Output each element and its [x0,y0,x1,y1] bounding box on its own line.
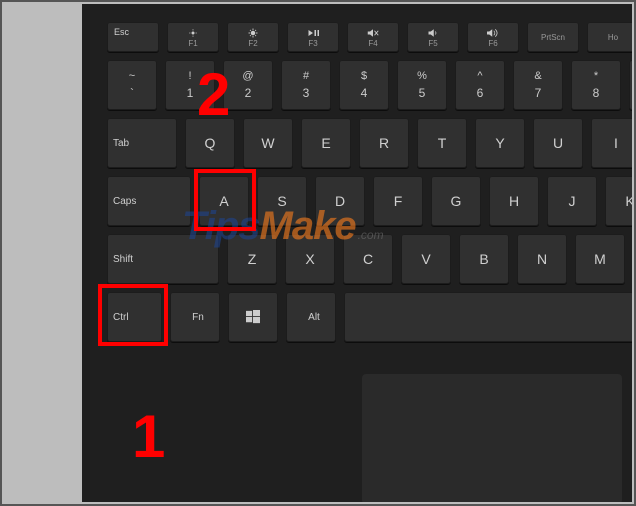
key-e[interactable]: E [301,118,351,168]
key-8[interactable]: *8 [571,60,621,110]
key-label: J [569,193,576,209]
key-y[interactable]: Y [475,118,525,168]
key-f[interactable]: F [373,176,423,226]
key-label: N [537,251,547,267]
key-k[interactable]: K [605,176,632,226]
key-j[interactable]: J [547,176,597,226]
key-label: F3 [308,39,317,48]
brightness-down-icon [184,27,202,39]
key-caps[interactable]: Caps [107,176,191,226]
key-label: G [451,193,462,209]
key-label: F6 [488,39,497,48]
key-label: D [335,193,345,209]
key-a[interactable]: A [199,176,249,226]
key-label: F2 [248,39,257,48]
key-label: T [438,135,447,151]
key-label: Ho [608,33,618,42]
key-f8[interactable]: Ho [587,22,632,52]
key-label: U [553,135,563,151]
key-alt[interactable]: Alt [286,292,336,342]
key-f3[interactable]: F3 [287,22,339,52]
key-label: Z [248,251,257,267]
key-label: F4 [368,39,377,48]
key-label: A [219,193,228,209]
touchpad[interactable] [362,374,622,502]
windows-icon [246,310,260,324]
key-label: Caps [113,196,136,207]
key-label: PrtScn [541,33,565,42]
key-label: I [614,135,618,151]
key-label: F1 [188,39,197,48]
key-win[interactable] [228,292,278,342]
key-label: Fn [192,312,204,323]
key-4[interactable]: $4 [339,60,389,110]
key-label: S [277,193,286,209]
key-d[interactable]: D [315,176,365,226]
key-m[interactable]: M [575,234,625,284]
key-2[interactable]: @2 [223,60,273,110]
key-label: R [379,135,389,151]
keyboard-area: Esc F1 F2 F3 F4 F5 F6 PrtScn Ho [82,4,632,502]
key-label: M [594,251,606,267]
key-1[interactable]: !1 [165,60,215,110]
key-z[interactable]: Z [227,234,277,284]
key-5[interactable]: %5 [397,60,447,110]
key-label: X [305,251,314,267]
key-q[interactable]: Q [185,118,235,168]
key-space[interactable] [344,292,632,342]
key-u[interactable]: U [533,118,583,168]
key-t[interactable]: T [417,118,467,168]
key-shift[interactable]: Shift [107,234,219,284]
key-7[interactable]: &7 [513,60,563,110]
key-label: Esc [114,27,129,37]
key-label: Alt [308,312,320,323]
key-v[interactable]: V [401,234,451,284]
key-backtick[interactable]: ~` [107,60,157,110]
brightness-up-icon [244,27,262,39]
volume-down-icon [424,27,442,39]
key-esc[interactable]: Esc [107,22,159,52]
key-f1[interactable]: F1 [167,22,219,52]
key-label: Ctrl [113,312,129,323]
key-h[interactable]: H [489,176,539,226]
key-g[interactable]: G [431,176,481,226]
key-tab[interactable]: Tab [107,118,177,168]
key-f5[interactable]: F5 [407,22,459,52]
image-frame: Esc F1 F2 F3 F4 F5 F6 PrtScn Ho [0,0,636,506]
key-f4[interactable]: F4 [347,22,399,52]
volume-up-icon [484,27,502,39]
key-n[interactable]: N [517,234,567,284]
key-label: Q [205,135,216,151]
key-r[interactable]: R [359,118,409,168]
key-label: F5 [428,39,437,48]
key-label: V [421,251,430,267]
key-label: W [261,135,274,151]
key-label: H [509,193,519,209]
key-label: F [394,193,403,209]
key-ctrl[interactable]: Ctrl [107,292,162,342]
key-i[interactable]: I [591,118,632,168]
key-label: Y [495,135,504,151]
key-label: C [363,251,373,267]
key-label: B [479,251,488,267]
key-9[interactable]: (9 [629,60,632,110]
key-c[interactable]: C [343,234,393,284]
key-s[interactable]: S [257,176,307,226]
key-6[interactable]: ^6 [455,60,505,110]
key-fn[interactable]: Fn [170,292,220,342]
mute-icon [364,27,382,39]
key-label: E [321,135,330,151]
key-f2[interactable]: F2 [227,22,279,52]
key-3[interactable]: #3 [281,60,331,110]
key-x[interactable]: X [285,234,335,284]
key-f7[interactable]: PrtScn [527,22,579,52]
key-label: K [625,193,632,209]
key-w[interactable]: W [243,118,293,168]
key-f6[interactable]: F6 [467,22,519,52]
key-b[interactable]: B [459,234,509,284]
key-label: Tab [113,138,129,149]
key-label: Shift [113,254,133,265]
play-pause-icon [304,27,322,39]
